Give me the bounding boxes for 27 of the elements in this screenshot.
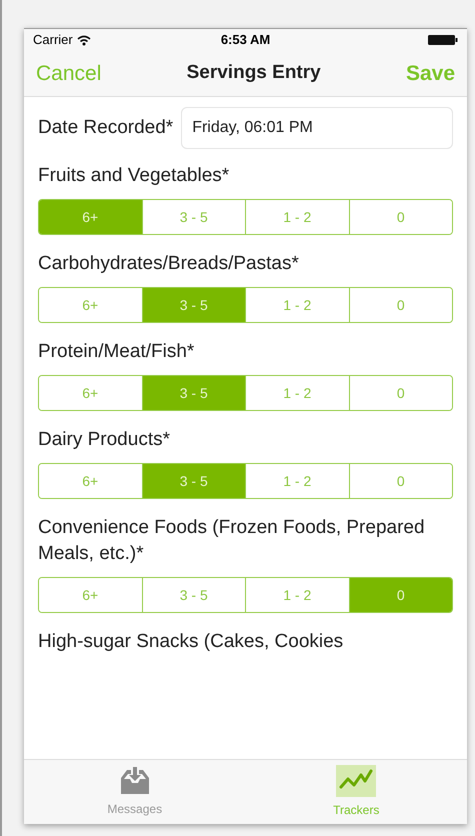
question-label: Dairy Products* [38, 428, 171, 452]
question-label: Protein/Meat/Fish* [38, 340, 196, 364]
trend-chart-icon [336, 765, 376, 797]
status-time: 6:53 AM [220, 31, 270, 50]
tab-bar-item[interactable]: Messages [24, 760, 246, 824]
segment-option[interactable]: 0 [348, 200, 452, 234]
question-label: Fruits and Vegetables* [38, 164, 230, 188]
save-button[interactable]: Save [406, 58, 455, 90]
cancel-button[interactable]: Cancel [36, 58, 102, 90]
date-field[interactable]: Friday, 06:01 PM [181, 107, 453, 149]
segment-option[interactable]: 3 - 5 [142, 376, 245, 410]
segment-option[interactable]: 3 - 5 [142, 288, 245, 322]
segment-option[interactable]: 0 [348, 288, 452, 322]
carrier-label: Carrier [33, 31, 73, 50]
question-label: High-sugar Snacks (Cakes, Cookies [38, 630, 344, 654]
segment-option[interactable]: 3 - 5 [142, 464, 245, 498]
segment-option[interactable]: 0 [348, 578, 452, 612]
segment-option[interactable]: 0 [348, 376, 452, 410]
battery-icon [428, 35, 458, 45]
tab-bar-item[interactable]: Trackers [246, 760, 467, 824]
question-label: Carbohydrates/Breads/Pastas* [38, 252, 300, 276]
screen-title: Servings Entry [186, 61, 321, 86]
wifi-icon [76, 34, 91, 46]
question-label: Convenience Foods (Frozen Foods, Prepared Meals, etc.)* [38, 516, 426, 566]
date-label: Date Recorded* [38, 116, 174, 140]
segment-option[interactable]: 0 [348, 464, 452, 498]
segment-option[interactable]: 6+ [39, 200, 142, 234]
